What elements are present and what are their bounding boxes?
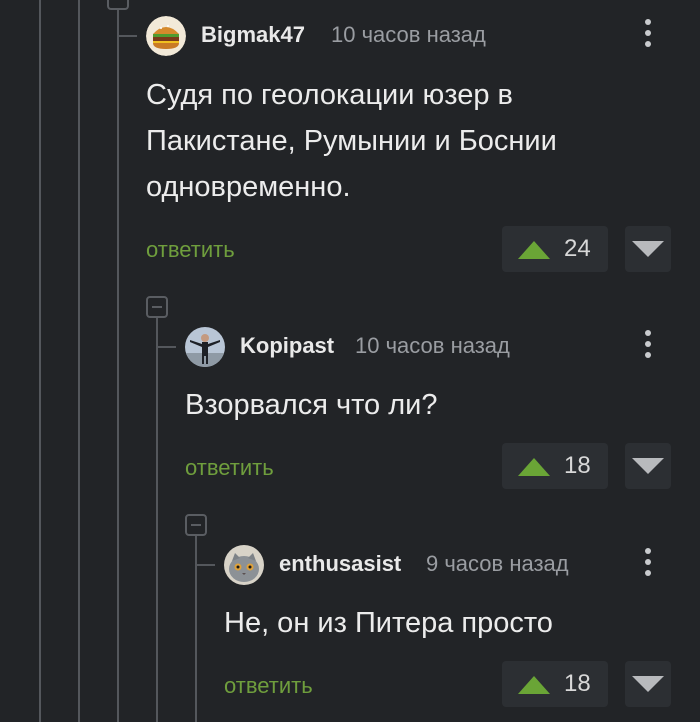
avatar[interactable] <box>146 16 186 56</box>
vote-score: 18 <box>564 452 591 479</box>
vote-score: 24 <box>564 235 591 262</box>
comment-author[interactable]: Bigmak47 <box>201 22 305 48</box>
cat-photo-icon <box>224 545 264 585</box>
collapse-thread-button[interactable] <box>146 296 168 318</box>
comment-author[interactable]: enthusasist <box>279 551 401 577</box>
comment-text: Взорвался что ли? <box>185 382 437 428</box>
thread-line[interactable] <box>117 0 119 722</box>
avatar[interactable] <box>224 545 264 585</box>
more-options-icon[interactable] <box>640 330 656 366</box>
collapse-thread-button[interactable] <box>107 0 129 10</box>
thread-connector <box>156 346 176 348</box>
more-options-icon[interactable] <box>640 548 656 584</box>
upvote-arrow-icon <box>518 241 550 259</box>
downvote-button[interactable] <box>625 661 671 707</box>
reply-link[interactable]: ответить <box>185 455 274 481</box>
upvote-arrow-icon <box>518 676 550 694</box>
upvote-button[interactable]: 18 <box>502 443 608 489</box>
comment-time: 9 часов назад <box>426 551 569 576</box>
thread-line[interactable] <box>39 0 41 722</box>
reply-link[interactable]: ответить <box>224 673 313 699</box>
comment-text-line: одновременно. <box>146 171 351 203</box>
more-options-icon[interactable] <box>640 19 656 55</box>
comment-text: Не, он из Питера просто <box>224 600 553 646</box>
person-photo-icon <box>185 327 225 367</box>
downvote-button[interactable] <box>625 443 671 489</box>
upvote-arrow-icon <box>518 458 550 476</box>
downvote-arrow-icon <box>632 241 664 257</box>
downvote-button[interactable] <box>625 226 671 272</box>
burger-icon <box>146 16 186 56</box>
collapse-thread-button[interactable] <box>185 514 207 536</box>
comment-text-line: Взорвался что ли? <box>185 389 438 421</box>
thread-connector <box>195 564 215 566</box>
reply-link[interactable]: ответить <box>146 237 235 263</box>
comment-text-line: Судя по геолокации юзер в <box>146 79 513 111</box>
comment-time: 10 часов назад <box>355 333 510 358</box>
downvote-arrow-icon <box>632 676 664 692</box>
avatar[interactable] <box>185 327 225 367</box>
comment-text: Судя по геолокации юзер в Пакистане, Рум… <box>146 72 557 210</box>
thread-line[interactable] <box>156 318 158 722</box>
downvote-arrow-icon <box>632 458 664 474</box>
comment-author[interactable]: Kopipast <box>240 333 334 359</box>
comment-time: 10 часов назад <box>331 22 486 47</box>
comment-text-line: Пакистане, Румынии и Боснии <box>146 125 557 157</box>
comment-thread: Bigmak47 10 часов назад Судя по геолокац… <box>0 0 700 722</box>
thread-line[interactable] <box>78 0 80 722</box>
thread-connector <box>117 35 137 37</box>
comment-text-line: Не, он из Питера просто <box>224 607 553 639</box>
upvote-button[interactable]: 18 <box>502 661 608 707</box>
upvote-button[interactable]: 24 <box>502 226 608 272</box>
vote-score: 18 <box>564 670 591 697</box>
